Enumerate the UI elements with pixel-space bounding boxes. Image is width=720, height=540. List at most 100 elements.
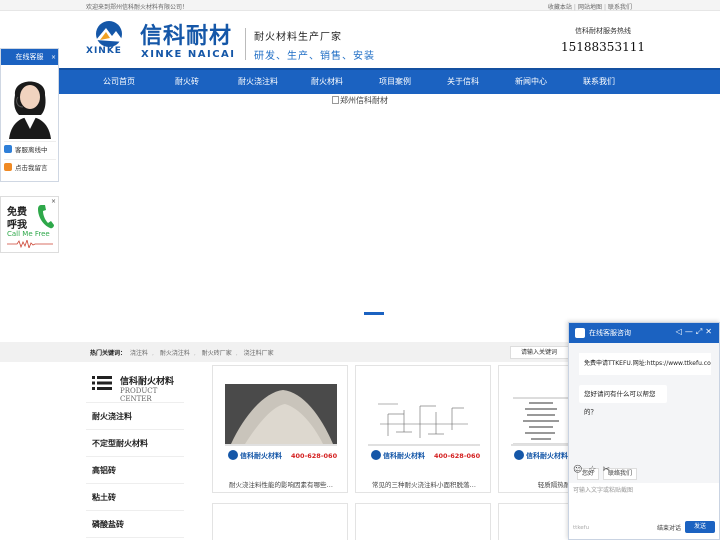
product-center-subtitle: PRODUCT CENTER	[120, 387, 158, 403]
logo-en: XINKE NAICAI	[141, 49, 236, 60]
keyword-link[interactable]: 耐火浇注料	[160, 350, 190, 357]
online-service-float: 在线客服 × 客服离线中 点击我留言	[0, 48, 59, 182]
sound-wave-icon	[7, 240, 53, 248]
banner-slide-indicator[interactable]	[364, 312, 384, 315]
card-phone: 400-628-0609	[434, 452, 480, 460]
nav-bricks[interactable]: 耐火砖	[152, 70, 222, 94]
chat-header[interactable]: 在线客服咨询 ◁—⤢✕	[569, 323, 719, 343]
chat-window-controls: ◁—⤢✕	[676, 327, 715, 337]
keyword-link[interactable]: 浇注料	[130, 350, 148, 357]
service-offline-row[interactable]: 客服离线中	[4, 141, 56, 157]
list-icon	[92, 376, 112, 390]
chat-bubble-icon	[4, 145, 12, 153]
minimize-icon[interactable]: —	[685, 327, 696, 336]
top-links: 收藏本站 | 网站地图 | 联系我们	[547, 4, 632, 11]
hotline-label: 信科耐材服务热线	[575, 27, 631, 35]
product-sidebar-header: 信科耐火材料 PRODUCT CENTER	[86, 367, 184, 403]
callme-line3: Call Me Free	[7, 230, 50, 238]
maximize-icon[interactable]: ⤢	[696, 327, 705, 336]
header: XINKE 信科耐材 XINKE NAICAI 耐火材料生产厂家 研发、生产、销…	[0, 11, 720, 68]
banner-image-placeholder: 郑州信科耐材	[332, 95, 388, 106]
phone-icon	[38, 205, 54, 229]
search-input[interactable]: 请输入关键词	[510, 346, 570, 359]
chat-brand: ttkefu	[573, 525, 590, 531]
star-icon[interactable]: ☆	[588, 465, 596, 475]
broken-image-icon	[332, 96, 339, 104]
chat-toolbar: ☺ ☆ ✂	[569, 465, 719, 479]
keyword-link[interactable]: 浇注料厂家	[244, 350, 274, 357]
nav-castable[interactable]: 耐火浇注料	[222, 70, 294, 94]
tagline: 耐火材料生产厂家 研发、生产、销售、安装	[245, 28, 375, 62]
bookmark-link[interactable]: 收藏本站	[548, 4, 572, 11]
product-grid: 信科耐火材料 400-628-0609 耐火浇注料性能的影响因素有哪些… 信科耐…	[212, 365, 634, 540]
nav-contact[interactable]: 联系我们	[566, 70, 632, 94]
top-bar: 欢迎来到郑州信科耐火材料有限公司！ 收藏本站 | 网站地图 | 联系我们	[0, 0, 720, 11]
product-image: 信科耐火材料 400-628-0609	[368, 384, 480, 466]
chat-title: 在线客服咨询	[589, 329, 631, 337]
logo-emblem-text: XINKE	[86, 46, 122, 56]
online-service-title: 在线客服 ×	[1, 49, 58, 65]
nav-home[interactable]: 公司首页	[86, 70, 152, 94]
chat-message: 您好请问有什么可以帮您的？	[579, 385, 667, 416]
hot-keywords-title: 热门关键词：	[90, 350, 127, 357]
product-card[interactable]: 信科耐火材料 400-628-0609 常见的三种耐火浇注料小面积脱落…	[355, 365, 491, 493]
nav-materials[interactable]: 耐火材料	[294, 70, 360, 94]
product-sidebar: 信科耐火材料 PRODUCT CENTER 耐火浇注料 不定型耐火材料 高铝砖 …	[86, 367, 184, 540]
page: 欢迎来到郑州信科耐火材料有限公司！ 收藏本站 | 网站地图 | 联系我们 XINKE 信…	[0, 0, 720, 540]
online-service-title-text: 在线客服	[15, 53, 44, 61]
nav-news[interactable]: 新闻中心	[496, 70, 566, 94]
chat-messages: 免费申请TTKEFU.网址:https://www.ttkefu.com 您好请…	[569, 343, 719, 483]
close-icon[interactable]: ×	[51, 50, 56, 66]
nav-cases[interactable]: 项目案例	[360, 70, 430, 94]
sidebar-item-unshaped[interactable]: 不定型耐火材料	[86, 430, 184, 457]
sidebar-item-phosphate-brick[interactable]: 磷酸盐砖	[86, 511, 184, 538]
callme-line2: 呼我	[7, 220, 27, 231]
hotline: 信科耐材服务热线 15188353111	[560, 26, 646, 54]
site-logo[interactable]: XINKE 信科耐材 XINKE NAICAI	[86, 18, 246, 64]
product-card[interactable]: 信科耐火材料 400-628-0609 耐火浇注料性能的影响因素有哪些…	[212, 365, 348, 493]
card-brand: 信科耐火材料	[383, 451, 425, 460]
close-icon[interactable]: ✕	[705, 327, 715, 336]
banner: 郑州信科耐材	[0, 94, 720, 342]
sidebar-item-clay-brick[interactable]: 粘土砖	[86, 484, 184, 511]
contact-link[interactable]: 联系我们	[608, 4, 632, 11]
tagline-main: 耐火材料生产厂家	[254, 32, 342, 43]
sitemap-link[interactable]: 网站地图	[578, 4, 602, 11]
product-caption[interactable]: 常见的三种耐火浇注料小面积脱落…	[362, 479, 486, 489]
service-offline-text: 客服离线中	[15, 146, 48, 154]
hotline-number[interactable]: 15188353111	[560, 40, 646, 54]
nav-about[interactable]: 关于信科	[430, 70, 496, 94]
sidebar-item-castable[interactable]: 耐火浇注料	[86, 403, 184, 430]
card-brand: 信科耐火材料	[240, 451, 282, 460]
keyword-link[interactable]: 耐火砖厂家	[202, 350, 232, 357]
welcome-text: 欢迎来到郑州信科耐火材料有限公司！	[86, 4, 189, 11]
chat-window: 在线客服咨询 ◁—⤢✕ 免费申请TTKEFU.网址:https://www.tt…	[568, 322, 720, 540]
logo-cn: 信科耐材	[140, 24, 233, 49]
banner-alt-text: 郑州信科耐材	[340, 96, 388, 105]
emoji-icon[interactable]: ☺	[573, 465, 582, 475]
scissors-icon[interactable]: ✂	[602, 465, 610, 475]
chat-logo-icon	[575, 328, 585, 338]
card-brand: 信科耐火材料	[526, 451, 568, 460]
tagline-sub: 研发、生产、销售、安装	[254, 51, 375, 62]
chat-message: 免费申请TTKEFU.网址:https://www.ttkefu.com	[579, 353, 711, 375]
leave-message-row[interactable]: 点击我留言	[4, 159, 56, 175]
logo-emblem-icon	[96, 21, 124, 47]
product-image: 信科耐火材料 400-628-0609	[225, 384, 337, 466]
chat-input[interactable]: 可输入文字或粘贴截图	[573, 483, 715, 513]
call-me-free-widget[interactable]: × 免费 呼我 Call Me Free	[0, 196, 59, 253]
product-center-title: 信科耐火材料	[120, 377, 175, 387]
hot-keywords-list: 浇注料, 耐火浇注料, 耐火砖厂家, 浇注料厂家	[130, 350, 274, 357]
card-phone: 400-628-0609	[291, 452, 337, 460]
main-nav: 公司首页 耐火砖 耐火浇注料 耐火材料 项目案例 关于信科 新闻中心 联系我们	[0, 68, 720, 94]
product-caption[interactable]: 耐火浇注料性能的影响因素有哪些…	[219, 479, 343, 489]
chat-footer: ttkefu 结束对话 发送	[569, 519, 719, 539]
send-button[interactable]: 发送	[685, 521, 715, 533]
message-icon	[4, 163, 12, 171]
sound-icon[interactable]: ◁	[676, 327, 685, 336]
product-card[interactable]	[212, 503, 348, 540]
product-card[interactable]	[355, 503, 491, 540]
agent-avatar	[3, 67, 57, 139]
end-chat-button[interactable]: 结束对话	[657, 523, 681, 532]
sidebar-item-high-alumina[interactable]: 高铝砖	[86, 457, 184, 484]
